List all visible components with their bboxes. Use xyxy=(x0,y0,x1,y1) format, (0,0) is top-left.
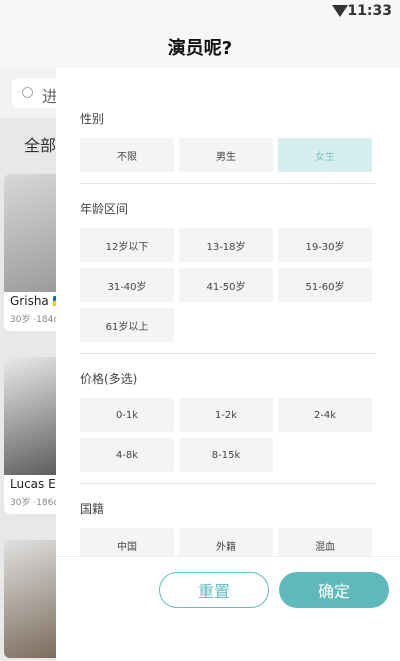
age-label: 年龄区间 xyxy=(80,202,129,216)
age-option[interactable]: 19-30岁 xyxy=(278,228,372,262)
price-option[interactable]: 1-2k xyxy=(179,398,273,432)
gender-section: 性别 xyxy=(80,110,376,127)
actor-name: Lucas E xyxy=(10,477,56,491)
search-icon xyxy=(22,87,33,98)
confirm-button[interactable]: 确定 xyxy=(279,572,389,608)
actor-meta: 30岁 ·186cm xyxy=(10,498,60,508)
actor-card[interactable]: Lucas E 30岁 ·186cm xyxy=(4,357,60,514)
age-section: 年龄区间 xyxy=(80,200,376,217)
age-option[interactable]: 12岁以下 xyxy=(80,228,174,262)
divider xyxy=(80,483,376,484)
tab-all[interactable]: 全部 xyxy=(24,132,56,156)
price-section: 价格(多选) xyxy=(80,370,376,387)
age-option[interactable]: 31-40岁 xyxy=(80,268,174,302)
actor-photo xyxy=(4,540,60,658)
price-option[interactable]: 8-15k xyxy=(179,438,273,472)
age-option[interactable]: 61岁以上 xyxy=(80,308,174,342)
actor-card[interactable]: Grisha 🇺🇦 30岁 ·184cm xyxy=(4,174,60,331)
page-title: 演员呢? xyxy=(167,38,233,59)
price-label: 价格(多选) xyxy=(80,372,138,386)
age-option[interactable]: 41-50岁 xyxy=(179,268,273,302)
divider xyxy=(80,353,376,354)
age-option[interactable]: 13-18岁 xyxy=(179,228,273,262)
actor-card[interactable] xyxy=(4,540,60,658)
age-option[interactable]: 51-60岁 xyxy=(278,268,372,302)
nav-bar: 演员呢? xyxy=(0,24,400,68)
nationality-label: 国籍 xyxy=(80,502,105,516)
gender-option-male[interactable]: 男生 xyxy=(179,138,273,172)
status-bar: 11:33 xyxy=(0,0,400,24)
gender-label: 性别 xyxy=(80,112,105,126)
price-option[interactable]: 4-8k xyxy=(80,438,174,472)
status-time: 11:33 xyxy=(347,3,392,19)
actor-photo xyxy=(4,174,60,292)
divider xyxy=(80,183,376,184)
gender-option-female[interactable]: 女生 xyxy=(278,138,372,172)
wifi-icon xyxy=(332,5,348,17)
price-option[interactable]: 0-1k xyxy=(80,398,174,432)
nationality-section: 国籍 xyxy=(80,500,376,517)
actor-meta: 30岁 ·184cm xyxy=(10,315,60,325)
actor-photo xyxy=(4,357,60,475)
background-list: 全部 Grisha 🇺🇦 30岁 ·184cm Lucas E 30岁 ·186… xyxy=(0,118,60,660)
reset-button[interactable]: 重置 xyxy=(159,572,269,608)
actor-name: Grisha 🇺🇦 xyxy=(10,294,60,308)
filter-footer: 重置 确定 xyxy=(56,556,400,661)
gender-option-any[interactable]: 不限 xyxy=(80,138,174,172)
price-option[interactable]: 2-4k xyxy=(278,398,372,432)
